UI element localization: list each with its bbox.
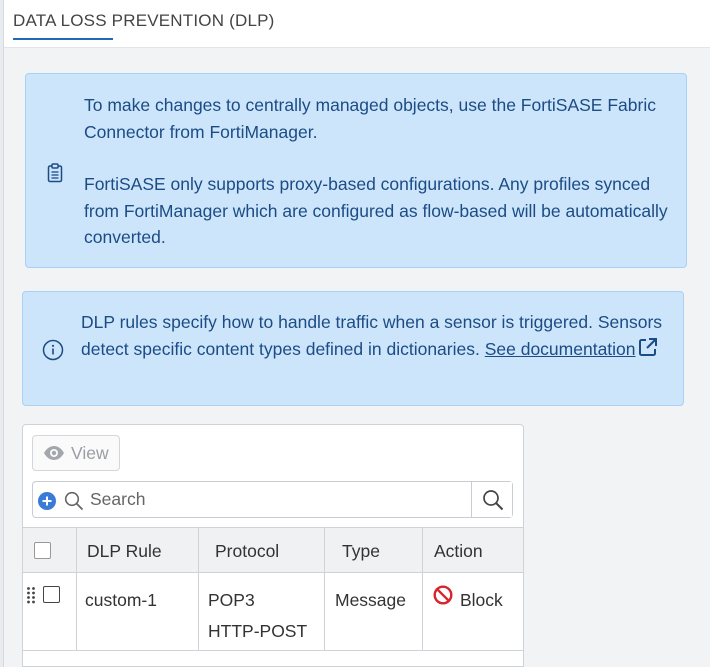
view-button[interactable]: View xyxy=(32,435,120,471)
protocol-value: HTTP-POST xyxy=(208,621,308,641)
external-link-icon[interactable] xyxy=(638,337,658,357)
dlp-rule-name: custom-1 xyxy=(85,590,157,610)
dlp-rules-grid: View D xyxy=(22,424,524,667)
central-notice-text: To make changes to centrally managed obj… xyxy=(84,92,674,251)
central-notice-paragraph-1: To make changes to centrally managed obj… xyxy=(84,95,656,142)
search-input[interactable] xyxy=(88,486,468,513)
column-header-label: Type xyxy=(342,541,380,561)
documentation-link[interactable]: See documentation xyxy=(485,339,636,359)
protocol-value: POP3 xyxy=(208,590,255,610)
central-management-notice: To make changes to centrally managed obj… xyxy=(25,73,687,268)
table-header: DLP Rule Protocol Type Action xyxy=(23,527,523,573)
cell-action: Block xyxy=(423,573,523,650)
table-row[interactable]: custom-1 POP3 HTTP-POST Message Block xyxy=(23,573,523,651)
column-header-dlp-rule[interactable]: DLP Rule xyxy=(77,528,199,572)
search-button[interactable] xyxy=(471,482,512,517)
column-header-label: DLP Rule xyxy=(87,541,162,561)
info-notice-text: DLP rules specify how to handle traffic … xyxy=(81,309,671,362)
column-header-label: Protocol xyxy=(215,541,280,561)
cell-dlp-rule: custom-1 xyxy=(77,573,199,650)
protocol-list: POP3 HTTP-POST xyxy=(208,585,307,647)
column-header-type[interactable]: Type xyxy=(325,528,423,572)
cell-protocol: POP3 HTTP-POST xyxy=(199,573,325,650)
block-icon xyxy=(433,585,453,605)
select-all-checkbox[interactable] xyxy=(34,542,51,559)
search-submit-icon xyxy=(483,490,504,511)
type-value: Message xyxy=(335,590,407,610)
dlp-panel: DATA LOSS PREVENTION (DLP) To make chang… xyxy=(3,0,710,667)
drag-handle-icon[interactable] xyxy=(26,586,36,604)
title-underline xyxy=(13,38,113,40)
documentation-link-label: See documentation xyxy=(484,338,636,359)
search-icon xyxy=(64,491,84,511)
row-checkbox[interactable] xyxy=(43,586,60,603)
search-bar xyxy=(32,481,513,518)
dlp-info-notice: DLP rules specify how to handle traffic … xyxy=(22,291,684,406)
header-select-cell xyxy=(23,528,77,572)
page-title: DATA LOSS PREVENTION (DLP) xyxy=(13,11,275,30)
central-notice-paragraph-2: FortiSASE only supports proxy-based conf… xyxy=(84,174,668,247)
page-header: DATA LOSS PREVENTION (DLP) xyxy=(4,0,710,48)
column-header-action[interactable]: Action xyxy=(423,528,523,572)
row-select-cell xyxy=(23,573,77,650)
clipboard-icon xyxy=(47,163,63,183)
column-header-protocol[interactable]: Protocol xyxy=(199,528,325,572)
eye-icon xyxy=(44,446,64,460)
action-value: Block xyxy=(460,590,503,610)
add-filter-icon[interactable] xyxy=(37,491,57,511)
info-circle-icon xyxy=(42,339,64,361)
cell-type: Message xyxy=(325,573,423,650)
column-header-label: Action xyxy=(434,541,483,561)
view-button-label: View xyxy=(71,443,109,463)
